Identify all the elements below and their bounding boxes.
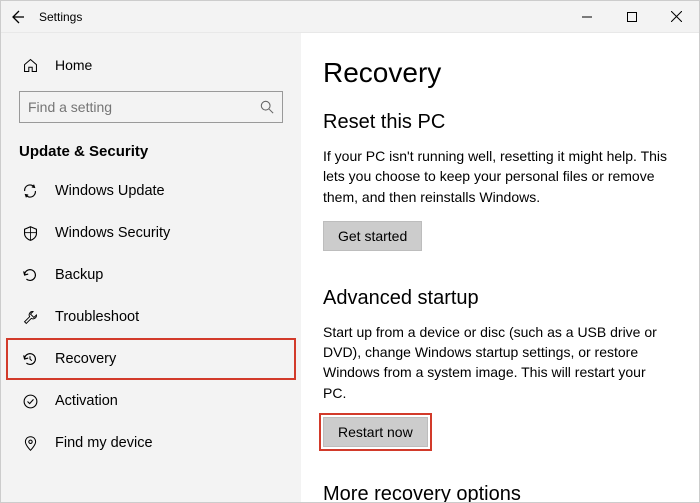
home-label: Home	[41, 57, 92, 73]
sidebar-item-label: Backup	[41, 267, 103, 283]
restart-now-button[interactable]: Restart now	[323, 417, 428, 447]
sidebar-item-label: Activation	[41, 393, 118, 409]
search-icon	[260, 100, 274, 114]
sidebar-item-label: Windows Security	[41, 225, 170, 241]
advanced-startup-section: Advanced startup Start up from a device …	[323, 287, 671, 447]
sidebar-item-label: Troubleshoot	[41, 309, 139, 325]
history-icon	[19, 350, 41, 368]
home-icon	[19, 57, 41, 74]
sync-icon	[19, 182, 41, 200]
maximize-button[interactable]	[609, 1, 654, 33]
search-field[interactable]	[28, 99, 260, 115]
backup-icon	[19, 266, 41, 284]
sidebar-item-label: Recovery	[41, 351, 116, 367]
get-started-button[interactable]: Get started	[323, 221, 422, 251]
search-input[interactable]	[19, 91, 283, 123]
reset-pc-section: Reset this PC If your PC isn't running w…	[323, 111, 671, 251]
wrench-icon	[19, 309, 41, 326]
window-title: Settings	[29, 10, 82, 24]
sidebar-item-backup[interactable]: Backup	[1, 254, 301, 296]
sidebar-section-title: Update & Security	[1, 135, 301, 170]
content-pane: Recovery Reset this PC If your PC isn't …	[301, 33, 699, 502]
advanced-heading: Advanced startup	[323, 287, 671, 310]
sidebar-item-recovery[interactable]: Recovery	[6, 338, 296, 380]
more-heading: More recovery options	[323, 483, 671, 502]
back-button[interactable]	[1, 9, 29, 25]
check-circle-icon	[19, 393, 41, 410]
sidebar-item-windows-security[interactable]: Windows Security	[1, 212, 301, 254]
location-icon	[19, 435, 41, 452]
reset-body: If your PC isn't running well, resetting…	[323, 146, 671, 207]
settings-window: Settings Home	[0, 0, 700, 503]
advanced-body: Start up from a device or disc (such as …	[323, 322, 671, 403]
sidebar-item-windows-update[interactable]: Windows Update	[1, 170, 301, 212]
reset-heading: Reset this PC	[323, 111, 671, 134]
more-recovery-section: More recovery options	[323, 483, 671, 502]
home-nav[interactable]: Home	[1, 45, 301, 85]
sidebar-item-activation[interactable]: Activation	[1, 380, 301, 422]
sidebar-item-troubleshoot[interactable]: Troubleshoot	[1, 296, 301, 338]
sidebar-item-label: Windows Update	[41, 183, 165, 199]
close-button[interactable]	[654, 1, 699, 33]
titlebar: Settings	[1, 1, 699, 33]
sidebar-item-find-my-device[interactable]: Find my device	[1, 422, 301, 464]
sidebar: Home Update & Security Windows Update	[1, 33, 301, 502]
sidebar-item-label: Find my device	[41, 435, 153, 451]
minimize-button[interactable]	[564, 1, 609, 33]
shield-icon	[19, 225, 41, 242]
page-title: Recovery	[323, 57, 671, 89]
